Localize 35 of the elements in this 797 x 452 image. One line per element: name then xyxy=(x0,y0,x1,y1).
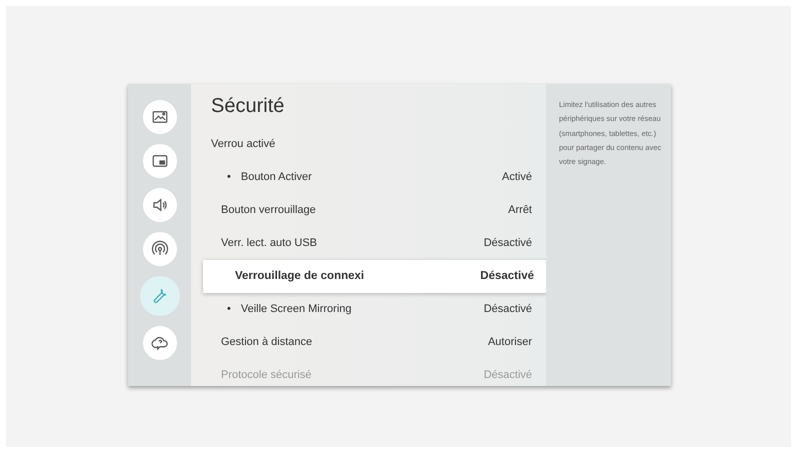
setting-row[interactable]: • Veille Screen Mirroring Désactivé xyxy=(191,293,546,326)
setting-value: Autoriser xyxy=(488,335,532,350)
cloud-question-icon xyxy=(150,334,168,352)
setting-row[interactable]: • Bouton Activer Activé xyxy=(191,161,546,194)
broadcast-icon xyxy=(150,240,168,258)
bullet: • xyxy=(227,302,231,318)
section-title: Sécurité xyxy=(211,94,286,118)
speaker-icon xyxy=(150,196,168,214)
setting-value: Activé xyxy=(502,170,532,186)
sidebar-button[interactable] xyxy=(142,100,176,134)
setting-value: Désactivé xyxy=(484,368,532,384)
sidebar-button[interactable] xyxy=(142,232,176,266)
bullet: • xyxy=(227,170,231,186)
setting-label: Veille Screen Mirroring xyxy=(240,302,352,318)
setting-row[interactable]: Bouton verrouillage Arrêt xyxy=(191,194,546,227)
sidebar-button[interactable] xyxy=(142,188,176,222)
setting-value: Arrêt xyxy=(508,203,532,218)
setting-value: Désactivé xyxy=(484,302,532,318)
setting-label: Verrouillage de connexi xyxy=(235,268,364,284)
setting-label: Bouton Activer xyxy=(240,170,312,186)
setting-label: Gestion à distance xyxy=(221,335,312,350)
setting-label: Verr. lect. auto USB xyxy=(221,236,317,252)
setting-row[interactable]: Verr. lect. auto USB Désactivé xyxy=(191,227,546,260)
sidebar-button[interactable] xyxy=(142,144,176,178)
setting-label: Verrou activé xyxy=(211,137,276,152)
sidebar-button[interactable] xyxy=(142,326,176,360)
picture-in-picture-icon xyxy=(150,152,168,170)
setting-row[interactable]: Verrou activé xyxy=(191,128,546,161)
selected-setting-row[interactable]: Verrouillage de connexi Désactivé xyxy=(203,260,548,293)
setting-value: Désactivé xyxy=(480,268,534,284)
setting-label: Protocole sécurisé xyxy=(221,368,312,384)
setting-value: Désactivé xyxy=(484,236,532,252)
picture-icon xyxy=(150,108,168,126)
setting-label: Bouton verrouillage xyxy=(221,203,316,218)
setting-row[interactable]: Gestion à distance Autoriser xyxy=(191,326,546,359)
